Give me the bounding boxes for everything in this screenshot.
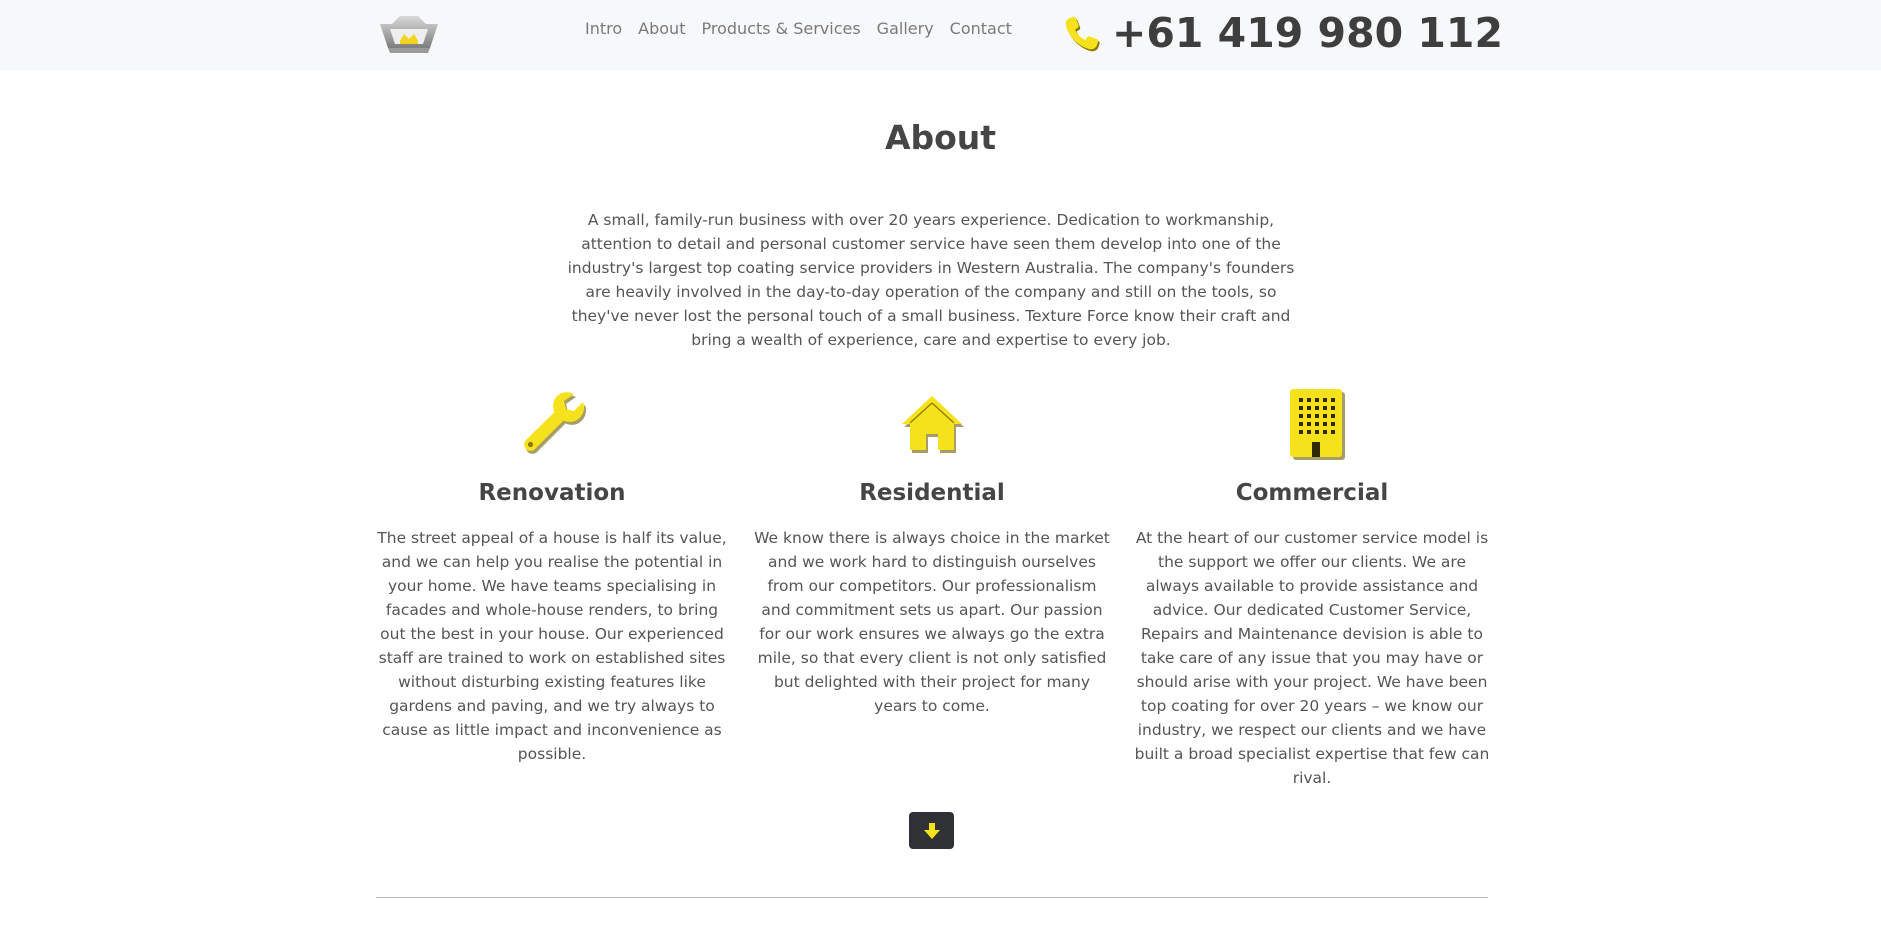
section-divider bbox=[376, 897, 1488, 898]
service-column-commercial: Commercial At the heart of our customer … bbox=[1134, 388, 1490, 790]
house-icon bbox=[902, 396, 964, 453]
column-text: We know there is always choice in the ma… bbox=[754, 529, 1110, 715]
arrow-down-icon bbox=[923, 822, 940, 839]
building-icon bbox=[1290, 389, 1345, 460]
crown-logo[interactable] bbox=[378, 14, 440, 54]
scroll-down-button[interactable] bbox=[909, 812, 954, 849]
navbar: Intro About Products & Services Gallery … bbox=[0, 0, 1881, 70]
nav-link-intro[interactable]: Intro bbox=[585, 19, 622, 38]
nav-link-about[interactable]: About bbox=[638, 19, 685, 38]
column-title: Residential bbox=[859, 480, 1005, 506]
column-title: Renovation bbox=[478, 480, 626, 506]
about-intro-text: A small, family-run business with over 2… bbox=[567, 211, 1295, 349]
main-nav: Intro About Products & Services Gallery … bbox=[585, 17, 1012, 39]
column-text: At the heart of our customer service mod… bbox=[1134, 529, 1490, 787]
column-text: The street appeal of a house is half its… bbox=[377, 529, 727, 763]
service-column-residential: Residential We know there is always choi… bbox=[754, 388, 1110, 718]
phone-number[interactable]: +61 419 980 112 bbox=[1112, 9, 1503, 57]
nav-link-gallery[interactable]: Gallery bbox=[877, 19, 934, 38]
nav-link-products-services[interactable]: Products & Services bbox=[701, 19, 860, 38]
service-column-renovation: Renovation The street appeal of a house … bbox=[374, 388, 730, 766]
nav-link-contact[interactable]: Contact bbox=[950, 19, 1012, 38]
phone-contact[interactable]: +61 419 980 112 bbox=[1062, 8, 1503, 58]
wrench-icon bbox=[524, 392, 587, 454]
phone-icon bbox=[1065, 16, 1100, 52]
section-title: About bbox=[884, 118, 997, 157]
column-title: Commercial bbox=[1235, 480, 1389, 506]
